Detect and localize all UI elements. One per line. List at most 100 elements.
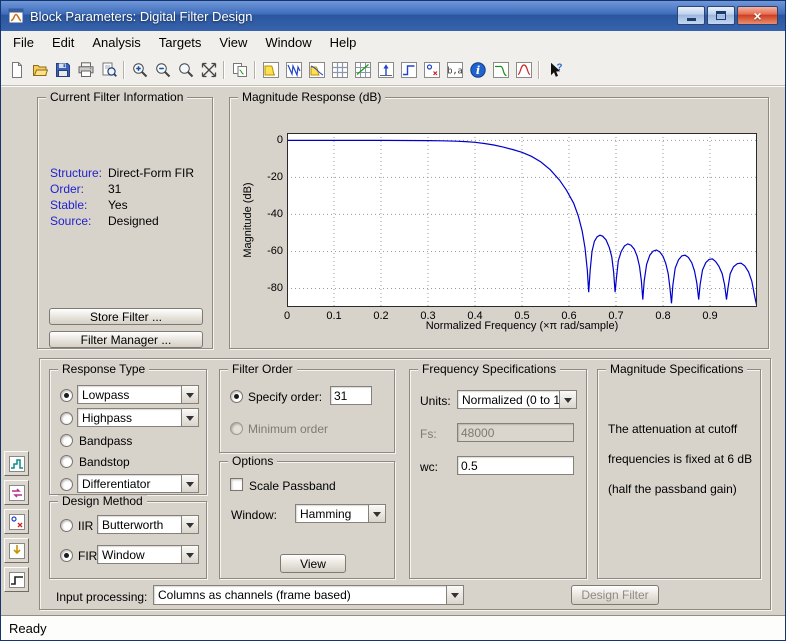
transform-filter-icon <box>8 484 26 502</box>
units-label: Units: <box>420 394 451 408</box>
save-icon <box>54 61 72 79</box>
filter-manager-button[interactable]: Filter Manager ... <box>49 331 203 348</box>
impulse-response-icon <box>377 61 395 79</box>
fir-method-combo[interactable]: Window <box>97 545 199 564</box>
y-tick-label: -20 <box>250 171 283 183</box>
phase-delay-button[interactable] <box>351 57 374 82</box>
store-filter-button[interactable]: Store Filter ... <box>49 308 203 325</box>
chevron-down-icon[interactable] <box>181 546 198 563</box>
print-to-figure-icon <box>231 61 249 79</box>
open-file-button[interactable] <box>28 57 51 82</box>
order-value: 31 <box>108 182 121 196</box>
wc-input[interactable] <box>457 456 574 475</box>
realize-model-button[interactable] <box>4 567 29 592</box>
step-response-button[interactable] <box>397 57 420 82</box>
close-icon: × <box>753 8 761 24</box>
filter-coefficients-button[interactable]: [b,a] <box>443 57 466 82</box>
specify-order-input[interactable] <box>330 386 372 405</box>
group-delay-button[interactable] <box>328 57 351 82</box>
phase-response-button[interactable] <box>282 57 305 82</box>
chevron-down-icon[interactable] <box>181 475 198 492</box>
bandstop-label: Bandstop <box>79 455 130 469</box>
differentiator-radio[interactable] <box>60 478 73 491</box>
input-processing-combo[interactable]: Columns as channels (frame based) <box>153 585 464 605</box>
design-filter-button[interactable]: Design Filter <box>571 585 659 605</box>
menu-file[interactable]: File <box>4 32 43 53</box>
menu-window[interactable]: Window <box>256 32 320 53</box>
window-combo[interactable]: Hamming <box>295 504 386 523</box>
full-view-button[interactable] <box>174 57 197 82</box>
fs-input[interactable] <box>457 423 574 442</box>
chevron-down-icon[interactable] <box>181 516 198 533</box>
context-help-button[interactable]: ? <box>543 57 566 82</box>
block-parameters-window: Block Parameters: Digital Filter Design … <box>0 0 786 641</box>
iir-radio[interactable] <box>60 519 73 532</box>
zoom-fit-button[interactable] <box>197 57 220 82</box>
chevron-down-icon[interactable] <box>181 409 198 426</box>
toolbar-separator <box>251 59 259 81</box>
print-button[interactable] <box>74 57 97 82</box>
magnitude-response-plot <box>287 133 757 307</box>
context-help-icon: ? <box>546 61 564 79</box>
menu-analysis[interactable]: Analysis <box>83 32 149 53</box>
magnitude-specs-line1: The attenuation at cutoff <box>608 422 737 436</box>
fir-radio[interactable] <box>60 549 73 562</box>
transform-filter-button[interactable] <box>4 480 29 505</box>
print-preview-button[interactable] <box>97 57 120 82</box>
close-button[interactable]: × <box>737 6 778 25</box>
chevron-down-icon[interactable] <box>368 505 385 522</box>
wc-label: wc: <box>420 460 438 474</box>
pole-zero-plot-button[interactable] <box>420 57 443 82</box>
menu-edit[interactable]: Edit <box>43 32 83 53</box>
magnitude-specs-title: Magnitude Specifications <box>606 363 747 376</box>
bandstop-radio[interactable] <box>60 455 73 468</box>
menu-targets[interactable]: Targets <box>150 32 211 53</box>
new-file-button[interactable] <box>5 57 28 82</box>
full-view-icon <box>177 61 195 79</box>
menu-view[interactable]: View <box>210 32 256 53</box>
chevron-down-icon[interactable] <box>446 586 463 604</box>
x-tick-label: 0.1 <box>319 310 349 322</box>
menu-help[interactable]: Help <box>321 32 366 53</box>
iir-method-combo[interactable]: Butterworth <box>97 515 199 534</box>
minimize-button[interactable] <box>677 6 705 25</box>
save-button[interactable] <box>51 57 74 82</box>
differentiator-combo[interactable]: Differentiator <box>77 474 199 493</box>
pole-zero-editor-button[interactable] <box>4 509 29 534</box>
step-response-icon <box>400 61 418 79</box>
scale-passband-checkbox[interactable] <box>230 478 243 491</box>
fs-label: Fs: <box>420 427 437 441</box>
bandpass-radio[interactable] <box>60 434 73 447</box>
print-to-figure-button[interactable] <box>228 57 251 82</box>
set-quantization-button[interactable] <box>4 451 29 476</box>
units-combo[interactable]: Normalized (0 to 1) <box>457 390 577 409</box>
filter-information-button[interactable]: i <box>466 57 489 82</box>
impulse-response-button[interactable] <box>374 57 397 82</box>
specify-order-radio[interactable] <box>230 390 243 403</box>
minimize-icon <box>687 18 696 21</box>
new-file-icon <box>8 61 26 79</box>
zoom-out-button[interactable] <box>151 57 174 82</box>
options-title: Options <box>228 455 277 468</box>
highpass-combo[interactable]: Highpass <box>77 408 199 427</box>
open-file-icon <box>31 61 49 79</box>
magnitude-phase-response-button[interactable] <box>305 57 328 82</box>
x-tick-label: 0.7 <box>601 310 631 322</box>
magnitude-response-button[interactable] <box>259 57 282 82</box>
maximize-button[interactable] <box>707 6 735 25</box>
zoom-in-button[interactable] <box>128 57 151 82</box>
noise-power-spectrum-button[interactable] <box>512 57 535 82</box>
lowpass-combo[interactable]: Lowpass <box>77 385 199 404</box>
svg-text:?: ? <box>556 62 562 73</box>
design-method-group: Design Method IIR Butterworth FIR Window <box>49 501 207 579</box>
view-button[interactable]: View <box>280 554 346 573</box>
lowpass-radio[interactable] <box>60 389 73 402</box>
highpass-radio[interactable] <box>60 412 73 425</box>
magnitude-estimate-button[interactable] <box>489 57 512 82</box>
x-tick-label: 0.9 <box>695 310 725 322</box>
import-filter-button[interactable] <box>4 538 29 563</box>
minimum-order-radio[interactable] <box>230 422 243 435</box>
titlebar[interactable]: Block Parameters: Digital Filter Design … <box>1 1 785 31</box>
chevron-down-icon[interactable] <box>559 391 576 408</box>
chevron-down-icon[interactable] <box>181 386 198 403</box>
